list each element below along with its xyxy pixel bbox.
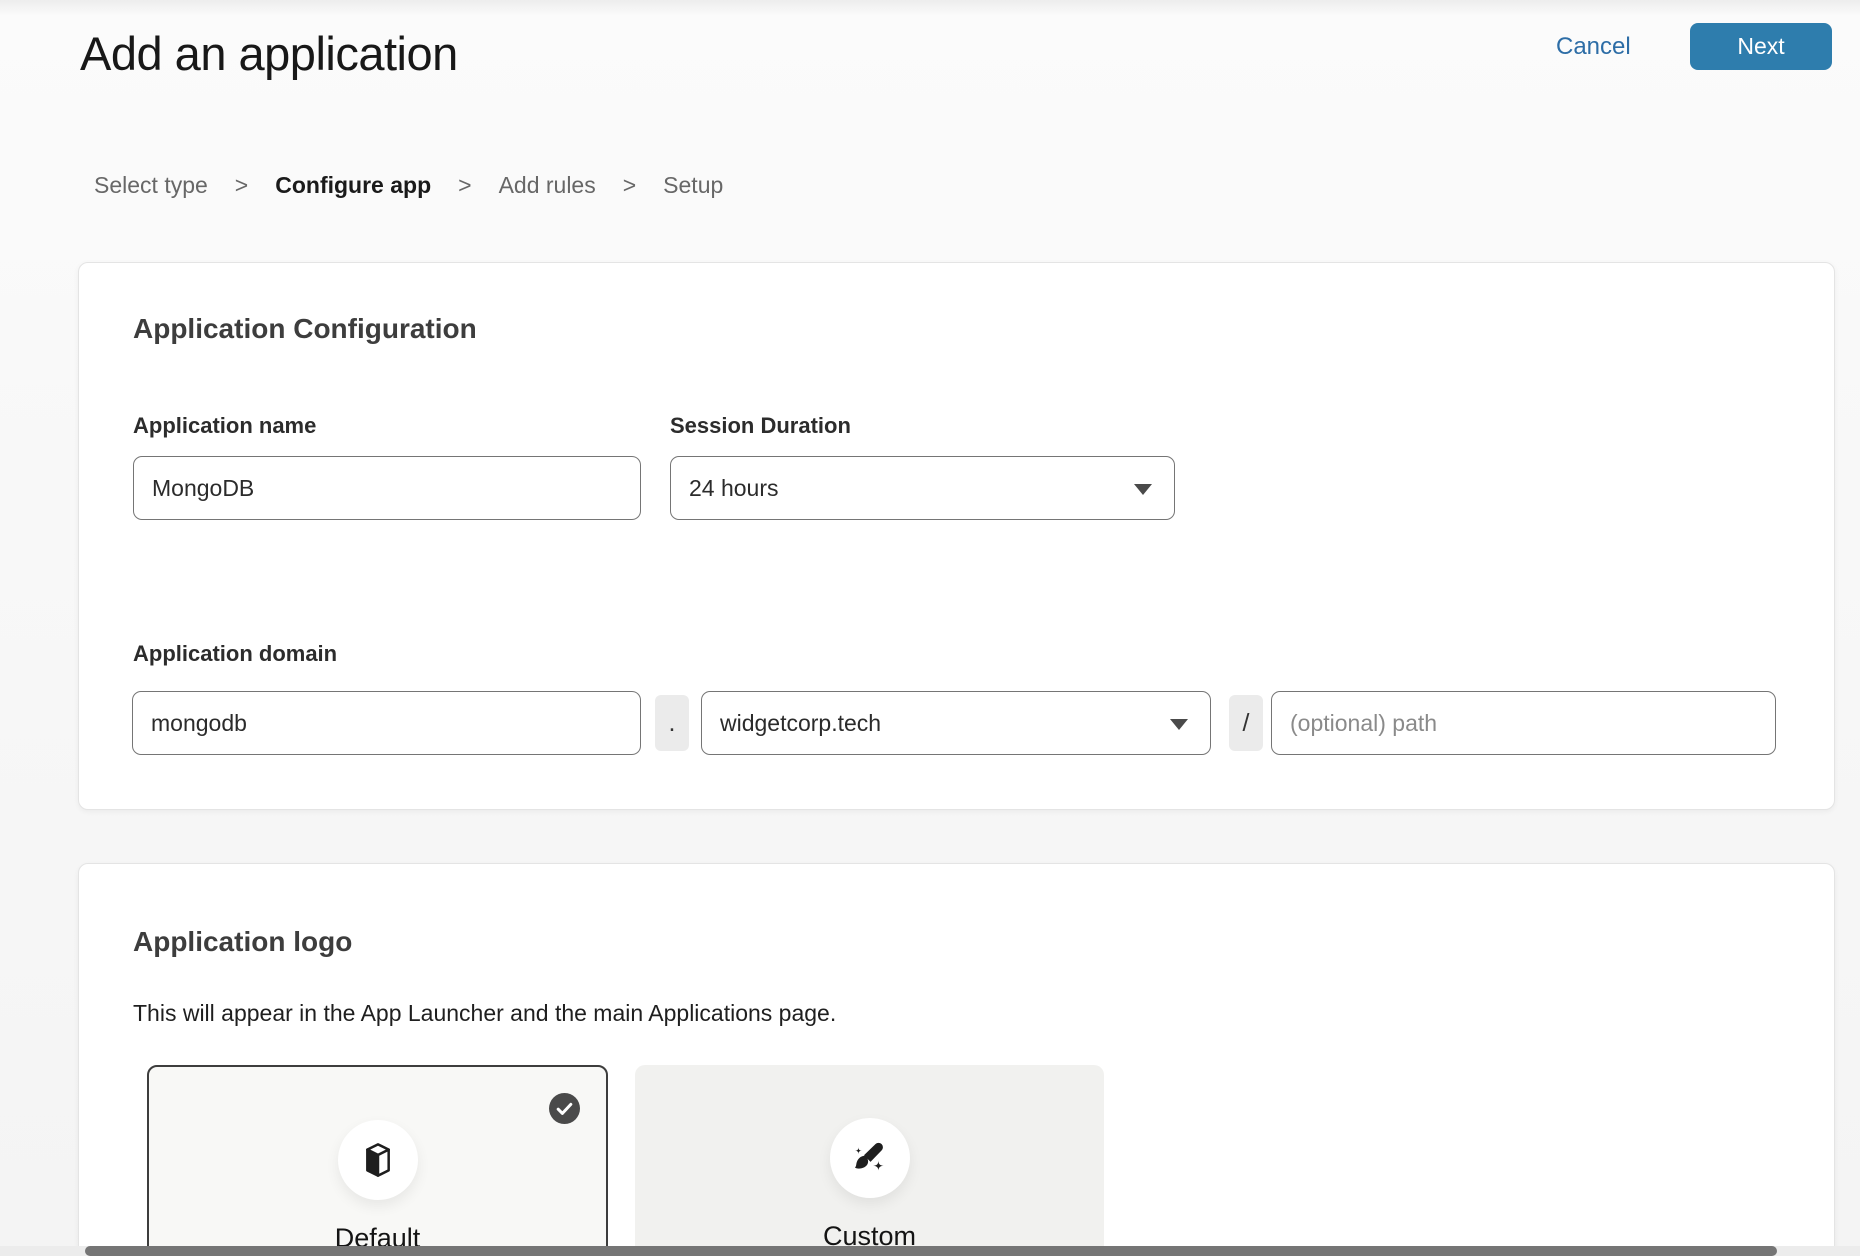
domain-select[interactable]: widgetcorp.tech (701, 691, 1211, 755)
logo-option-default[interactable]: Default (147, 1065, 608, 1256)
application-name-label: Application name (133, 413, 316, 439)
application-name-input[interactable] (133, 456, 641, 520)
session-duration-value: 24 hours (689, 475, 779, 502)
subdomain-input[interactable] (132, 691, 641, 755)
application-configuration-card: Application Configuration Application na… (78, 262, 1835, 810)
session-duration-label: Session Duration (670, 413, 851, 439)
section-title-application-configuration: Application Configuration (133, 313, 477, 345)
chevron-down-icon (1170, 719, 1188, 730)
horizontal-scrollbar-thumb[interactable] (85, 1246, 1777, 1256)
domain-slash-separator: / (1229, 695, 1263, 751)
application-logo-card: Application logo This will appear in the… (78, 863, 1835, 1256)
domain-dot-separator: . (655, 695, 689, 751)
breadcrumb-separator: > (458, 172, 471, 199)
session-duration-select[interactable]: 24 hours (670, 456, 1175, 520)
domain-select-value: widgetcorp.tech (720, 710, 881, 737)
path-input[interactable] (1271, 691, 1776, 755)
breadcrumb-step-select-type[interactable]: Select type (94, 172, 208, 199)
application-logo-description: This will appear in the App Launcher and… (133, 1000, 836, 1027)
chevron-down-icon (1134, 484, 1152, 495)
paintbrush-icon (849, 1137, 891, 1179)
breadcrumb-separator: > (623, 172, 636, 199)
page-title: Add an application (80, 26, 458, 82)
breadcrumb-step-setup[interactable]: Setup (663, 172, 723, 199)
breadcrumb-step-configure-app[interactable]: Configure app (275, 172, 431, 199)
section-title-application-logo: Application logo (133, 926, 352, 958)
cube-icon (358, 1140, 398, 1180)
logo-option-custom[interactable]: Custom (635, 1065, 1104, 1256)
add-application-page: Add an application Cancel Next Select ty… (0, 0, 1860, 1256)
cancel-button[interactable]: Cancel (1556, 33, 1631, 61)
breadcrumb-step-add-rules[interactable]: Add rules (499, 172, 596, 199)
breadcrumb-separator: > (235, 172, 248, 199)
logo-options: Default Custom (147, 1065, 1104, 1256)
horizontal-scrollbar-track[interactable] (0, 1246, 1860, 1256)
next-button[interactable]: Next (1690, 23, 1832, 70)
check-icon (549, 1093, 580, 1124)
application-domain-label: Application domain (133, 641, 337, 667)
breadcrumb: Select type > Configure app > Add rules … (94, 172, 723, 199)
default-logo-preview (338, 1120, 418, 1200)
custom-logo-preview (830, 1118, 910, 1198)
